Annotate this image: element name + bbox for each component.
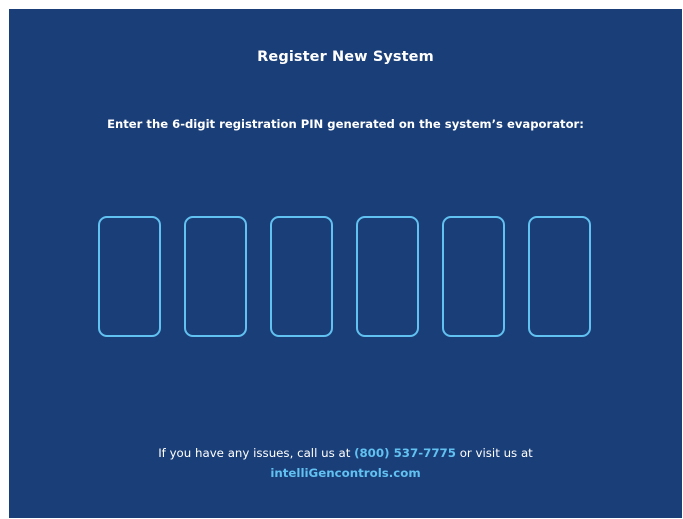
pin-digit-4[interactable] <box>356 216 419 337</box>
register-screen: Register New System Enter the 6-digit re… <box>9 9 682 518</box>
website-link[interactable]: intelliGencontrols.com <box>270 466 420 480</box>
pin-instruction: Enter the 6-digit registration PIN gener… <box>107 117 584 131</box>
support-footer: If you have any issues, call us at (800)… <box>9 443 682 483</box>
support-line-1: If you have any issues, call us at (800)… <box>9 443 682 463</box>
support-text-after-phone: or visit us at <box>455 446 533 460</box>
page-title: Register New System <box>257 49 434 65</box>
phone-link[interactable]: (800) 537-7775 <box>354 446 456 460</box>
support-text-before-phone: If you have any issues, call us at <box>158 446 355 460</box>
pin-entry-row <box>97 216 597 340</box>
pin-digit-2[interactable] <box>184 216 247 337</box>
pin-digit-5[interactable] <box>442 216 505 337</box>
support-line-2: intelliGencontrols.com <box>9 463 682 483</box>
pin-digit-1[interactable] <box>98 216 161 337</box>
pin-digit-6[interactable] <box>528 216 591 337</box>
pin-digit-3[interactable] <box>270 216 333 337</box>
